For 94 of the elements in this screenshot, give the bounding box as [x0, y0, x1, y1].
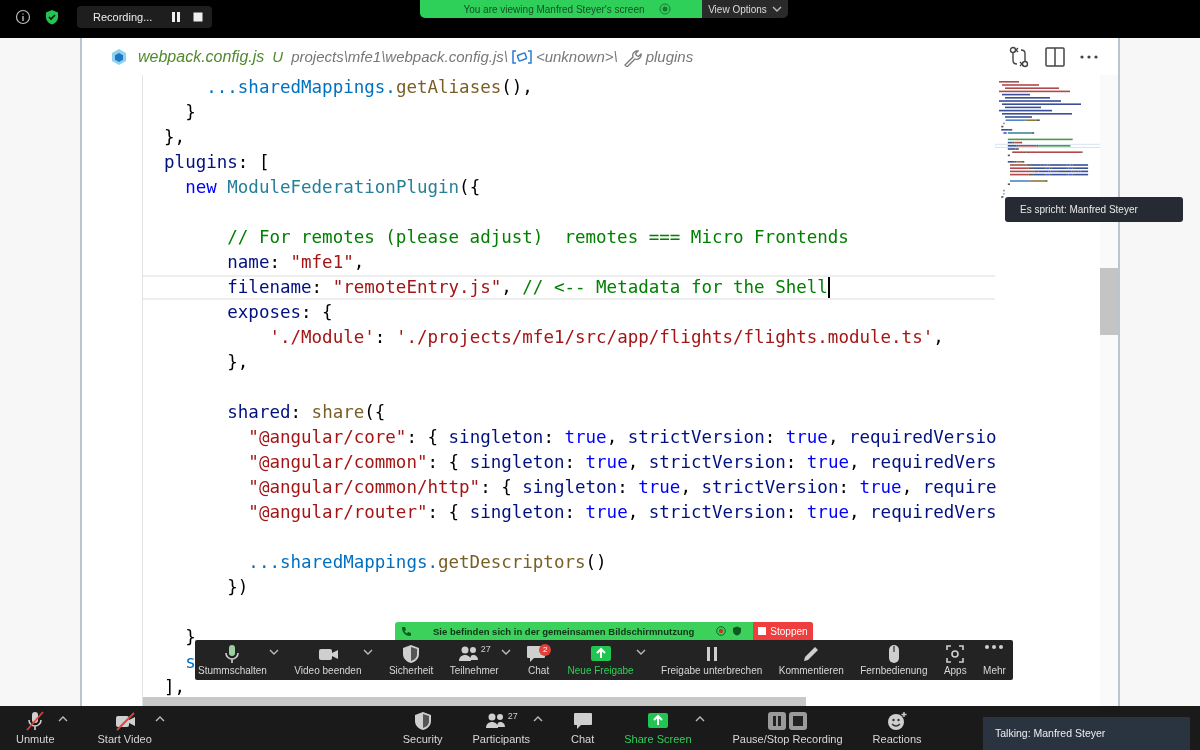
code-line: ], [163, 676, 186, 699]
compare-changes-icon[interactable] [1008, 45, 1030, 68]
code-line: }, [226, 351, 249, 374]
code-line: "@angular/common/http": { singleton: true, strictVersion: true, require [247, 476, 997, 499]
text-cursor [827, 277, 830, 298]
handset-icon [401, 626, 411, 636]
toolbar-button[interactable]: Unmute [14, 708, 57, 748]
toolbar-button[interactable]: Video beenden [293, 641, 363, 679]
code-line: }, [163, 126, 186, 149]
code-line: "@angular/core": { singleton: true, strictVersion: true, requiredVersio [247, 426, 997, 449]
scrollbar-thumb[interactable] [1100, 268, 1118, 335]
breadcrumb-item[interactable]: <unknown>\ [535, 48, 618, 65]
code-line: "@angular/common": { singleton: true, strictVersion: true, requiredVers [247, 451, 997, 474]
breadcrumb-item[interactable]: projects\mfe1\webpack.config.js\ [291, 48, 508, 65]
caret-icon[interactable] [268, 648, 279, 656]
toolbar-button[interactable]: Neue Freigabe [566, 641, 635, 679]
toolbar-button[interactable]: 2 Chat [525, 641, 553, 679]
toolbar-button[interactable]: Apps [942, 641, 968, 679]
code-line: }) [226, 576, 249, 599]
toolbar-button[interactable]: Mehr [982, 641, 1007, 679]
git-status: U [272, 48, 284, 65]
pause-and-stop-icon [767, 711, 808, 731]
apps-icon [945, 644, 966, 664]
scrollbar-thumb[interactable] [143, 697, 806, 706]
toolbar-button[interactable]: Reactions [870, 708, 924, 748]
toolbar-button[interactable]: Fernbedienung [859, 641, 929, 679]
share-screen-icon [647, 711, 668, 731]
shield-icon [44, 9, 60, 25]
code-line: ...sharedMappings.getAliases(), [205, 76, 533, 99]
code-line: name: "mfe1", [226, 251, 365, 274]
code-line: './Module': './projects/mfe1/src/app/flights/flights.module.ts', [268, 326, 944, 349]
recording-label: Recording... [93, 11, 153, 23]
code-line: shared: share({ [226, 401, 386, 424]
code-line: s [184, 651, 196, 674]
talking-indicator: Talking: Manfred Steyer [983, 717, 1190, 750]
muted-mic-icon [25, 711, 46, 731]
brackets-icon [511, 48, 532, 65]
more-icon [984, 644, 1005, 650]
split-editor-icon[interactable] [1044, 45, 1066, 68]
caret-icon[interactable] [154, 715, 165, 723]
record-icon [716, 626, 727, 636]
toolbar-button[interactable]: Sicherheit [387, 641, 435, 679]
file-name[interactable]: webpack.config.js [138, 47, 265, 66]
speaker-tooltip: Es spricht: Manfred Steyer [1005, 197, 1183, 222]
stop-button[interactable]: Stoppen [753, 622, 813, 640]
cube-icon [110, 47, 128, 66]
code-line: filename: "remoteEntry.js", // <-- Metadata for the Shell [143, 275, 995, 300]
smiley-icon [887, 711, 908, 731]
toolbar-button[interactable]: Pause/Stop Recording [730, 708, 845, 748]
code-line: ...sharedMappings.getDescriptors() [247, 551, 607, 574]
toolbar-button[interactable]: Share Screen [622, 708, 694, 748]
caret-icon[interactable] [771, 5, 782, 13]
more-icon[interactable] [1080, 54, 1098, 59]
code-line: } [184, 101, 196, 124]
muted-camera-icon [114, 711, 135, 731]
share-screen-icon [590, 644, 611, 664]
shield-icon [401, 644, 422, 664]
code-line: // For remotes (please adjust) remotes === Micro Frontends [226, 226, 849, 249]
toolbar-button[interactable]: Security [400, 708, 445, 748]
shield-icon [412, 711, 433, 731]
caret-icon[interactable] [57, 715, 68, 723]
banner-text: Sie befinden sich in der gemeinsamen Bildschirmnutzung [433, 625, 695, 637]
toolbar-button[interactable]: Freigabe unterbrechen [660, 641, 764, 679]
toolbar-button[interactable]: 27 Participants [470, 708, 532, 748]
people-icon [457, 644, 478, 664]
caret-icon[interactable] [635, 648, 646, 656]
stop-icon[interactable] [192, 11, 205, 23]
record-icon [658, 3, 671, 15]
toolbar-button[interactable]: Chat [569, 708, 597, 748]
toolbar-button[interactable]: Kommentieren [777, 641, 845, 679]
info-icon[interactable] [15, 9, 31, 25]
participant-count: 27 [507, 711, 518, 721]
caret-icon[interactable] [363, 648, 374, 656]
code-line: } [184, 626, 196, 649]
code-line: new ModuleFederationPlugin({ [184, 176, 481, 199]
code-line: "@angular/router": { singleton: true, strictVersion: true, requiredVers [247, 501, 997, 524]
caret-icon[interactable] [694, 715, 705, 723]
breadcrumb-item[interactable]: plugins [645, 48, 694, 65]
chat-bubble-icon [572, 711, 593, 731]
participant-count: 27 [480, 644, 491, 654]
code-line: exposes: { [226, 301, 333, 324]
toolbar-button[interactable]: 27 Teilnehmer [448, 641, 500, 679]
view-options-button[interactable]: View Options [702, 0, 788, 18]
people-icon [484, 711, 505, 731]
toolbar-button[interactable]: Stummschalten [197, 641, 268, 679]
code-line: plugins: [ [163, 151, 270, 174]
stop-icon [758, 627, 767, 635]
caret-icon[interactable] [500, 648, 511, 656]
caret-icon[interactable] [533, 715, 543, 723]
toolbar-button[interactable]: Start Video [95, 708, 154, 748]
banner-text: You are viewing Manfred Steyer's screen [463, 3, 645, 15]
notification-badge: 2 [539, 644, 552, 656]
shield-icon [732, 626, 743, 636]
pause-icon[interactable] [170, 11, 183, 23]
